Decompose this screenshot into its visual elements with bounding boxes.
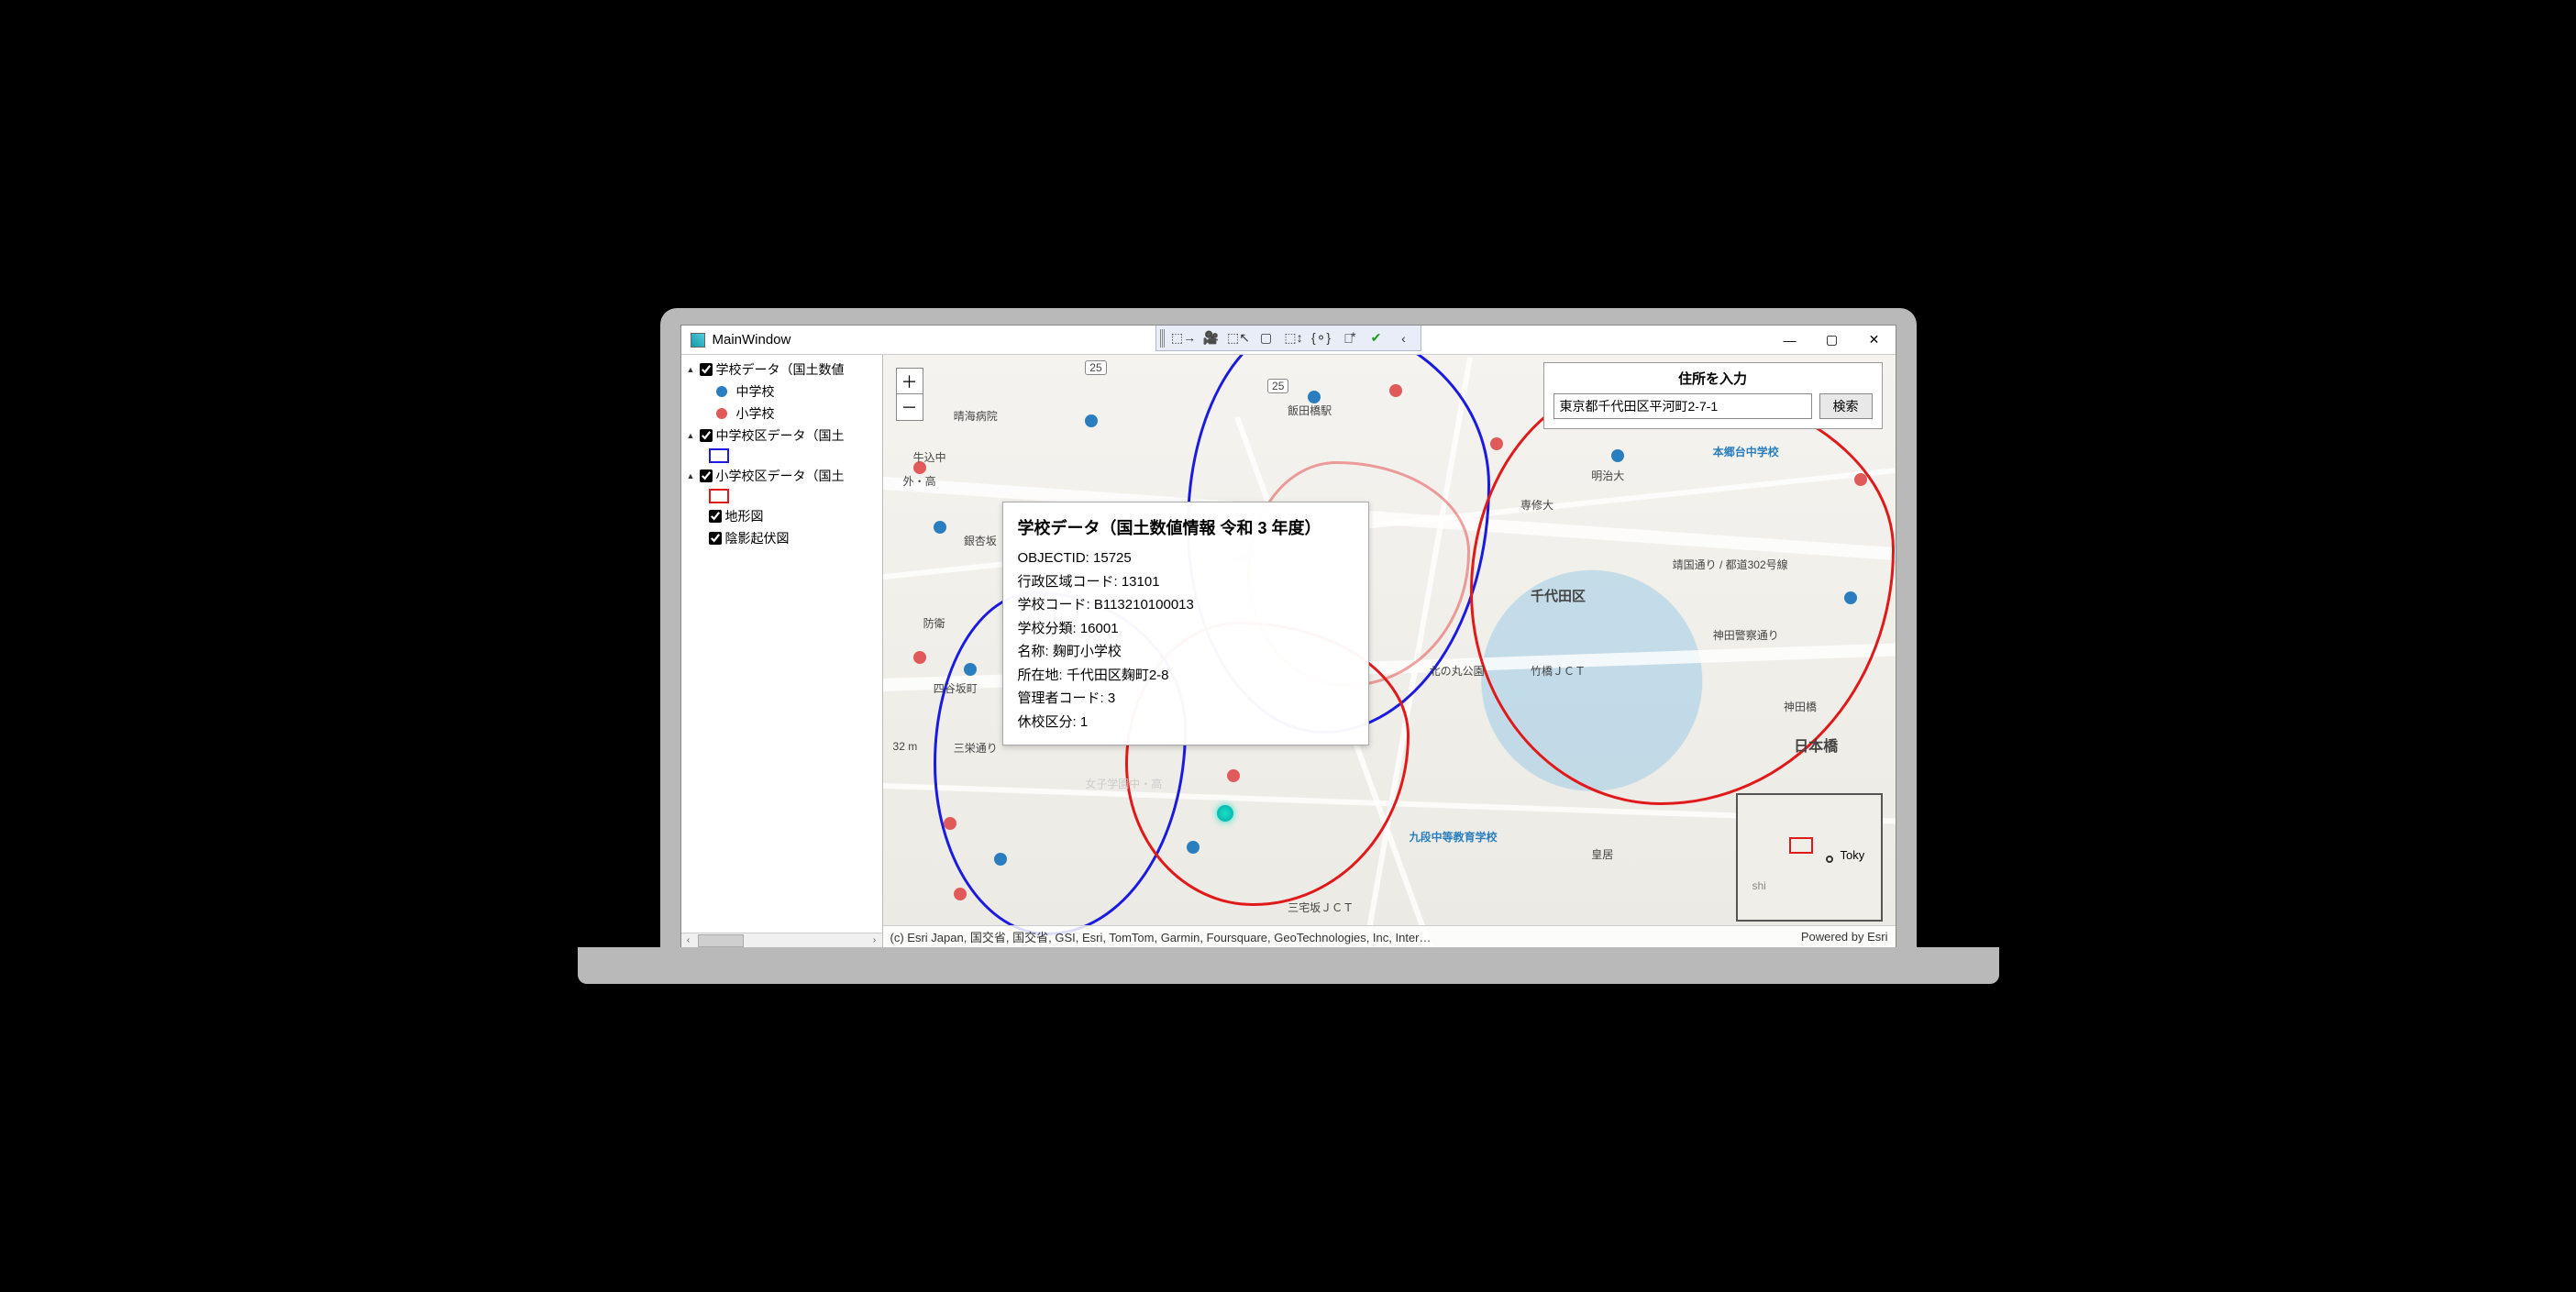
tool-ok-check-icon[interactable]: ✔ (1364, 327, 1389, 349)
popup-row: 管理者コード: 3 (1018, 687, 1354, 711)
layer-leaf-terrain[interactable]: 地形図 (683, 505, 880, 527)
window-title: MainWindow (713, 332, 791, 348)
school-point-elementary[interactable] (944, 817, 956, 830)
powered-by-label: Powered by Esri (1801, 930, 1888, 944)
scroll-right-icon[interactable]: › (868, 933, 882, 948)
legend-swatch-elementary-district (683, 487, 880, 505)
layer-label: 学校データ（国土数値 (716, 360, 845, 379)
layer-checkbox-hillshade[interactable] (709, 532, 722, 545)
map-view[interactable]: 晴海病院 牛込中 銀杏坂 防衛 四谷坂町 三栄通り 32 m 専修大 明治大 千… (883, 355, 1896, 947)
school-point-middle[interactable] (934, 521, 946, 534)
school-point-elementary[interactable] (913, 461, 926, 474)
popup-row: 行政区域コード: 13101 (1018, 570, 1354, 594)
school-point-middle[interactable] (1308, 391, 1321, 403)
tool-binding-icon[interactable]: {⚬} (1309, 327, 1334, 349)
legend-swatch-middle-district (683, 447, 880, 465)
legend-item-middle-school: 中学校 (683, 381, 880, 403)
search-row: 検索 (1553, 393, 1873, 419)
tool-select-element-icon[interactable]: ⬚↖ (1226, 327, 1252, 349)
tool-track-focus-icon[interactable]: ⬚↕ (1281, 327, 1307, 349)
school-point-elementary[interactable] (1389, 384, 1402, 397)
tool-go-to-live-icon[interactable]: ⬚→ (1171, 327, 1197, 349)
overview-map[interactable]: Toky shi (1736, 793, 1883, 922)
layer-label: 陰影起伏図 (725, 529, 790, 547)
overview-city-marker-icon (1826, 856, 1833, 863)
app-window: MainWindow ⬚→ 🎥 ⬚↖ ▢ ⬚↕ {⚬} ◯⃰ ✔ ‹ — ▢ ✕ (680, 325, 1896, 948)
popup-row: 学校分類: 16001 (1018, 617, 1354, 641)
layer-leaf-hillshade[interactable]: 陰影起伏図 (683, 527, 880, 549)
red-dot-icon (716, 408, 727, 419)
tool-accessibility-icon[interactable]: ◯⃰ (1336, 327, 1362, 349)
tool-collapse-icon[interactable]: ‹ (1391, 327, 1417, 349)
zoom-in-button[interactable]: ＋ (897, 369, 923, 394)
popup-row: OBJECTID: 15725 (1018, 547, 1354, 570)
overview-city-label: Toky (1841, 848, 1865, 862)
titlebar: MainWindow ⬚→ 🎥 ⬚↖ ▢ ⬚↕ {⚬} ◯⃰ ✔ ‹ — ▢ ✕ (681, 326, 1896, 355)
minimize-button[interactable]: — (1769, 326, 1811, 354)
laptop-frame: MainWindow ⬚→ 🎥 ⬚↖ ▢ ⬚↕ {⚬} ◯⃰ ✔ ‹ — ▢ ✕ (660, 308, 1917, 948)
school-point-middle[interactable] (994, 853, 1007, 866)
attribution-text: (c) Esri Japan, 国交省, 国交省, GSI, Esri, Tom… (890, 928, 1432, 945)
zoom-control: ＋ － (896, 368, 923, 421)
school-point-middle[interactable] (1085, 414, 1098, 427)
layer-checkbox-terrain[interactable] (709, 510, 722, 523)
popup-row: 学校コード: B113210100013 (1018, 593, 1354, 617)
popup-title: 学校データ（国土数値情報 令和 3 年度） (1018, 515, 1354, 539)
layer-label: 地形図 (725, 507, 764, 525)
layer-checkbox-elementary-district[interactable] (700, 469, 713, 482)
popup-row: 名称: 麹町小学校 (1018, 640, 1354, 664)
search-caption: 住所を入力 (1553, 369, 1873, 388)
layer-checkbox-middle-district[interactable] (700, 429, 713, 442)
legend-label: 小学校 (736, 404, 775, 423)
search-button[interactable]: 検索 (1819, 393, 1873, 419)
feature-popup: 学校データ（国土数値情報 令和 3 年度） OBJECTID: 15725 行政… (1002, 502, 1369, 745)
expand-toggle-icon[interactable]: ▲ (687, 471, 696, 480)
blue-outline-swatch-icon (709, 448, 729, 463)
sidebar-scrollbar[interactable]: ‹ › (681, 933, 882, 947)
address-input[interactable] (1553, 393, 1812, 419)
layer-label: 中学校区データ（国土 (716, 426, 845, 445)
tool-record-icon[interactable]: 🎥 (1199, 327, 1224, 349)
layer-tree: ▲ 学校データ（国土数値 中学校 小学校 ▲ (681, 355, 882, 933)
laptop-base (578, 947, 1999, 984)
blue-dot-icon (716, 386, 727, 397)
red-outline-swatch-icon (709, 489, 729, 503)
overview-shi-label: shi (1752, 879, 1766, 892)
address-search-panel: 住所を入力 検索 (1543, 362, 1883, 429)
layer-group-elementary-district[interactable]: ▲ 小学校区データ（国土 (683, 465, 880, 487)
layer-checkbox-schools[interactable] (700, 363, 713, 376)
popup-row: 休校区分: 1 (1018, 711, 1354, 734)
close-button[interactable]: ✕ (1853, 326, 1896, 354)
layer-label: 小学校区データ（国土 (716, 467, 845, 485)
school-point-elementary[interactable] (913, 651, 926, 664)
school-point-middle[interactable] (964, 663, 977, 676)
expand-toggle-icon[interactable]: ▲ (687, 431, 696, 440)
selected-school-pin[interactable] (1217, 805, 1233, 822)
popup-row: 所在地: 千代田区麹町2-8 (1018, 664, 1354, 688)
layer-panel: ▲ 学校データ（国土数値 中学校 小学校 ▲ (681, 355, 883, 947)
window-body: ▲ 学校データ（国土数値 中学校 小学校 ▲ (681, 355, 1896, 947)
legend-label: 中学校 (736, 382, 775, 401)
app-icon (691, 333, 705, 348)
scroll-left-icon[interactable]: ‹ (681, 933, 696, 948)
scroll-thumb[interactable] (698, 934, 744, 947)
layer-group-schools[interactable]: ▲ 学校データ（国土数値 (683, 359, 880, 381)
debug-toolbar: ⬚→ 🎥 ⬚↖ ▢ ⬚↕ {⚬} ◯⃰ ✔ ‹ (1155, 326, 1421, 351)
zoom-out-button[interactable]: － (897, 394, 923, 420)
maximize-button[interactable]: ▢ (1811, 326, 1853, 354)
expand-toggle-icon[interactable]: ▲ (687, 365, 696, 374)
tool-layout-icon[interactable]: ▢ (1254, 327, 1279, 349)
overview-extent-rect-icon (1789, 837, 1813, 854)
legend-item-elementary-school: 小学校 (683, 403, 880, 425)
school-point-middle[interactable] (1187, 841, 1200, 854)
window-controls: — ▢ ✕ (1769, 326, 1896, 354)
map-attribution-bar: (c) Esri Japan, 国交省, 国交省, GSI, Esri, Tom… (883, 925, 1896, 947)
school-point-elementary[interactable] (1227, 769, 1240, 782)
layer-group-middle-district[interactable]: ▲ 中学校区データ（国土 (683, 425, 880, 447)
toolbar-grip-icon[interactable] (1160, 329, 1166, 348)
